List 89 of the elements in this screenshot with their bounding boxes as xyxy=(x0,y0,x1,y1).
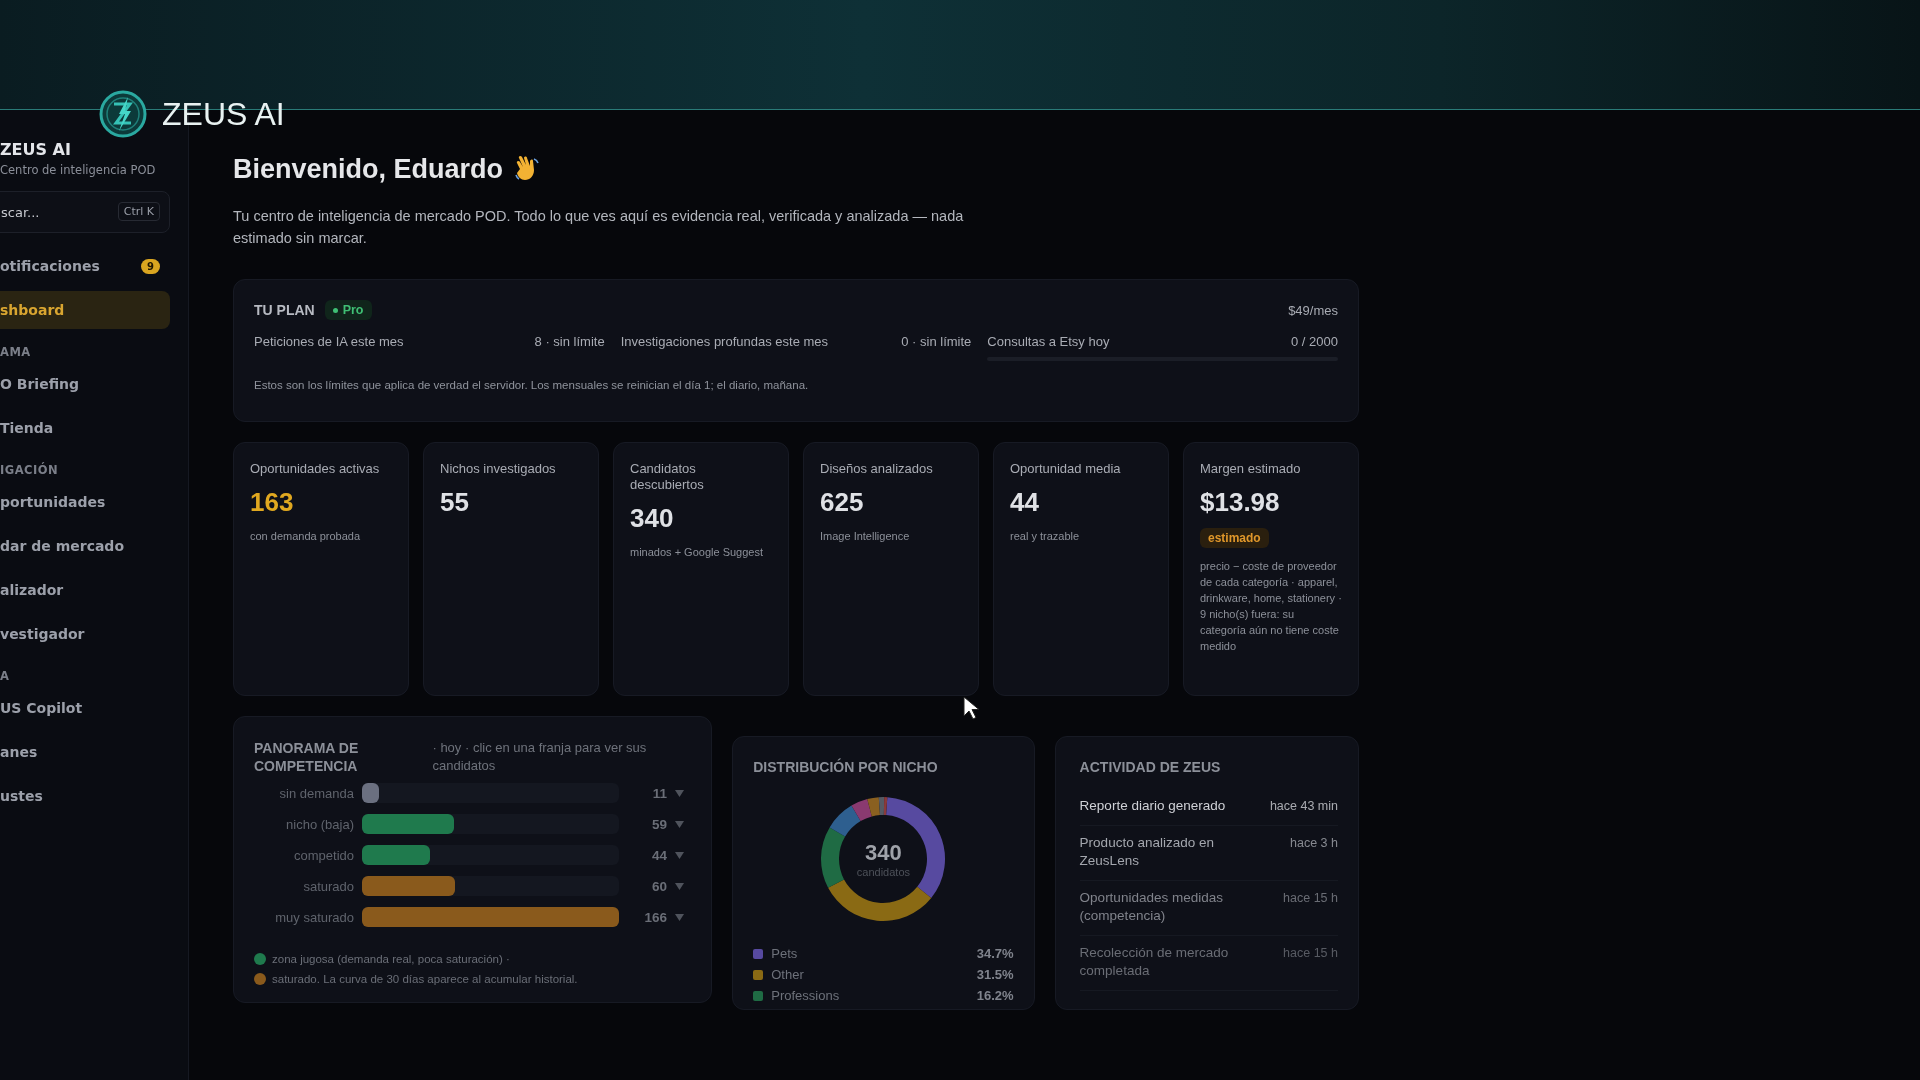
stat-label: Margen estimado xyxy=(1200,461,1302,477)
activity-text: Producto analizado en ZeusLens xyxy=(1079,834,1215,870)
stat-label: Candidatos descubiertos xyxy=(630,461,705,493)
shortcut-hint: Ctrl K xyxy=(117,202,160,221)
panel-title: PANORAMA DE COMPETENCIA xyxy=(254,739,360,775)
stat-caption: precio − coste de proveedor de cada categoría · apparel, drinkware, home, stationery · 9 nicho(s) fuera: su categoría aún no tiene coste medido xyxy=(1200,559,1342,654)
limit-label: Investigaciones profundas este mes xyxy=(620,334,829,349)
estimate-badge: estimado xyxy=(1200,528,1269,548)
band-label: sin demanda xyxy=(278,785,354,801)
plan-price: $49/mes xyxy=(1288,302,1338,318)
legend-label: Pets xyxy=(771,946,799,961)
stat-label: Nichos investigados xyxy=(440,461,557,477)
legend-value: 34.7% xyxy=(976,946,1014,961)
section-heading: AMA xyxy=(0,345,32,359)
caret-down-icon[interactable] xyxy=(675,851,684,859)
stat-value: 44 xyxy=(1010,487,1040,518)
welcome-title: Bienvenido, Eduardo xyxy=(233,154,504,185)
band-label: competido xyxy=(293,847,354,863)
stat-caption: con demanda probada xyxy=(250,529,362,544)
stat-value: $13.98 xyxy=(1200,487,1281,518)
nav-item[interactable]: alizador xyxy=(0,571,170,609)
legend-label: Other xyxy=(771,967,805,982)
section-heading: A xyxy=(0,669,11,683)
legend-value: 31.5% xyxy=(976,967,1014,982)
plan-badge: Pro xyxy=(324,300,372,320)
stat-caption: Image Intelligence xyxy=(820,529,911,544)
legend-value: 16.2% xyxy=(976,988,1014,1003)
band-label: nicho (baja) xyxy=(285,816,354,832)
activity-time: hace 15 h xyxy=(1283,945,1338,962)
limit-value: 0 / 2000 xyxy=(1291,334,1338,349)
nav-item[interactable]: Tienda xyxy=(0,409,170,447)
legend-text: zona jugosa (demanda real, poca saturación) · xyxy=(272,952,510,967)
caret-down-icon[interactable] xyxy=(675,820,684,828)
band-count: 59 xyxy=(650,816,667,832)
band-bar[interactable] xyxy=(362,876,456,896)
activity-time: hace 15 h xyxy=(1283,890,1338,907)
activity-time: hace 43 min xyxy=(1269,798,1338,815)
nav-item[interactable]: vestigador xyxy=(0,615,170,653)
stat-caption: real y trazable xyxy=(1010,529,1081,544)
stat-label: Oportunidades activas xyxy=(250,461,381,477)
panel-title: ACTIVIDAD DE ZEUS xyxy=(1079,759,1222,775)
band-bar[interactable] xyxy=(362,845,431,865)
nav-item[interactable]: portunidades xyxy=(0,483,170,521)
stat-value: 625 xyxy=(820,487,865,518)
stat-value: 55 xyxy=(440,487,470,518)
limits-note: Estos son los límites que aplica de verdad el servidor. Los mensuales se reinician el día 1; el diario, mañana. xyxy=(254,379,810,391)
caret-down-icon[interactable] xyxy=(675,882,684,890)
activity-text: Oportunidades medidas (competencia) xyxy=(1079,889,1224,925)
app-name: ZEUS AI xyxy=(162,95,285,133)
nav-item[interactable]: US Copilot xyxy=(0,689,170,727)
limit-value: 8 · sin límite xyxy=(534,334,605,349)
nav-item[interactable]: anes xyxy=(0,733,170,771)
app-subtitle: Centro de inteligencia POD xyxy=(0,163,157,177)
caret-down-icon[interactable] xyxy=(675,789,684,797)
band-label: muy saturado xyxy=(274,909,354,925)
stat-label: Oportunidad media xyxy=(1010,461,1122,477)
nav-item[interactable]: shboard xyxy=(0,291,170,329)
stat-value: 340 xyxy=(630,503,675,534)
section-heading: IGACIÓN xyxy=(0,463,60,477)
donut-caption: candidatos xyxy=(856,866,911,878)
panel-subtitle: · hoy · clic en una franja para ver sus candidatos xyxy=(432,739,648,775)
band-count: 44 xyxy=(650,847,667,863)
nav-item[interactable]: otificaciones 9 xyxy=(0,247,170,285)
band-count: 60 xyxy=(650,878,667,894)
app-title: ZEUS AI xyxy=(0,140,72,159)
stat-caption: minados + Google Suggest xyxy=(630,545,764,560)
stat-label: Diseños analizados xyxy=(820,461,934,477)
band-bar[interactable] xyxy=(362,783,379,803)
intro-text: Tu centro de inteligencia de mercado POD. Todo lo que ves aquí es evidencia real, verificada y analizada — nada estimado sin marcar. xyxy=(233,207,965,248)
activity-time: hace 3 h xyxy=(1290,835,1338,852)
limit-label: Consultas a Etsy hoy xyxy=(987,334,1110,349)
nav-item[interactable]: dar de mercado xyxy=(0,527,170,565)
panel-title: DISTRIBUCIÓN POR NICHO xyxy=(753,759,939,775)
limit-label: Peticiones de IA este mes xyxy=(254,334,404,349)
activity-text: Recolección de mercado completada xyxy=(1079,944,1230,980)
band-count: 11 xyxy=(651,785,667,801)
count-badge: 9 xyxy=(141,258,160,274)
nav-item[interactable]: ustes xyxy=(0,777,170,815)
caret-down-icon[interactable] xyxy=(675,913,684,921)
nav-item[interactable]: O Briefing xyxy=(0,365,170,403)
stat-value: 163 xyxy=(250,487,295,518)
limit-value: 0 · sin límite xyxy=(901,334,972,349)
legend-label: Professions xyxy=(771,988,841,1003)
plan-label: TU PLAN xyxy=(254,302,315,318)
band-count: 166 xyxy=(643,909,667,925)
band-label: saturado xyxy=(302,878,354,894)
donut-total: 340 xyxy=(865,840,902,866)
activity-text: Reporte diario generado xyxy=(1079,797,1227,815)
legend-text: saturado. La curva de 30 días aparece al acumular historial. xyxy=(272,972,578,987)
